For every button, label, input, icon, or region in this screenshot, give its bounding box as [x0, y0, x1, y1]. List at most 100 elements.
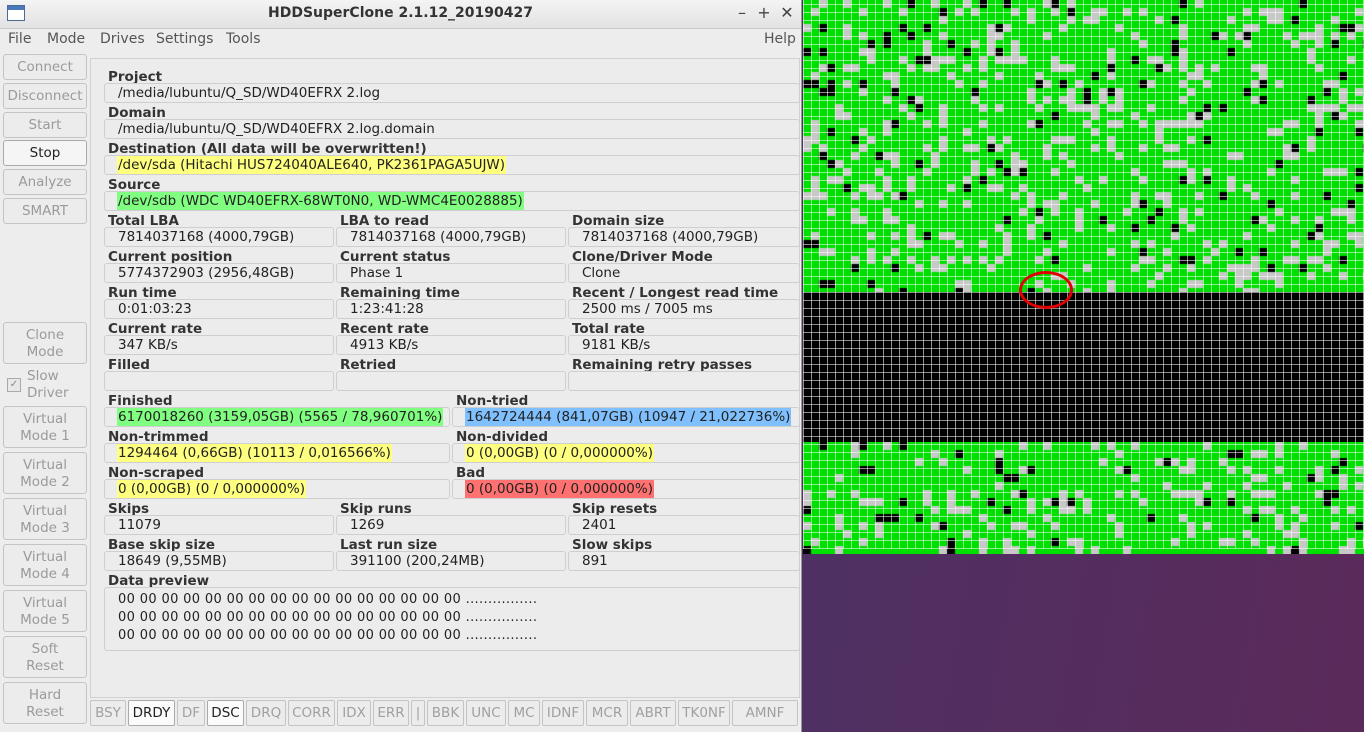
flag-separator: |: [411, 700, 425, 726]
bad-value: 0 (0,00GB) (0 / 0,000000%): [465, 480, 654, 498]
total-lba-field: Total LBA 7814037168 (4000,79GB): [104, 213, 334, 249]
current-rate-value: 347 KB/s: [118, 337, 178, 353]
sector-block-map[interactable]: [803, 0, 1364, 554]
flag-err: ERR: [373, 700, 409, 726]
flag-corr: CORR: [288, 700, 335, 726]
current-rate-field: Current rate 347 KB/s: [104, 321, 334, 357]
maximize-button[interactable]: +: [755, 3, 773, 22]
non-scraped-field: Non-scraped 0 (0,00GB) (0 / 0,000000%): [104, 465, 450, 501]
virtual-mode-4-label-line1: Virtual: [22, 549, 68, 565]
virtual-mode-3-label-line1: Virtual: [22, 503, 68, 519]
menu-tools[interactable]: Tools: [226, 31, 261, 47]
slow-skips-field: Slow skips 891: [568, 537, 800, 573]
virtual-mode-2-label-line1: Virtual: [22, 457, 68, 473]
domain-size-field: Domain size 7814037168 (4000,79GB): [568, 213, 800, 249]
read-time-value: 2500 ms / 7005 ms: [582, 301, 713, 317]
finished-field: Finished 6170018260 (3159,05GB) (5565 / …: [104, 393, 450, 429]
menu-file[interactable]: File: [8, 31, 31, 47]
disconnect-button[interactable]: Disconnect: [3, 83, 87, 109]
lba-to-read-field: LBA to read 7814037168 (4000,79GB): [336, 213, 566, 249]
slow-driver-toggle[interactable]: ✓ Slow Driver: [3, 366, 87, 406]
recent-rate-value: 4913 KB/s: [350, 337, 419, 353]
source-field: Source /dev/sdb (WDC WD40EFRX-68WT0N0, W…: [104, 177, 800, 213]
flag-bbk: BBK: [427, 700, 464, 726]
status-panel: Project /media/lubuntu/Q_SD/WD40EFRX 2.l…: [90, 58, 800, 698]
virtual-mode-1-label-line1: Virtual: [22, 411, 68, 427]
map-cells: [803, 442, 1364, 554]
flag-abrt: ABRT: [630, 700, 676, 726]
start-button[interactable]: Start: [3, 112, 87, 138]
title-bar[interactable]: HDDSuperClone 2.1.12_20190427 – + ✕: [0, 0, 801, 29]
non-trimmed-field: Non-trimmed 1294464 (0,66GB) (10113 / 0,…: [104, 429, 450, 465]
domain-size-value: 7814037168 (4000,79GB): [582, 229, 759, 245]
retried-box: [336, 371, 566, 391]
virtual-mode-4-label-line2: Mode 4: [20, 566, 70, 582]
filled-box: [104, 371, 334, 391]
menu-drives[interactable]: Drives: [100, 31, 145, 47]
clone-driver-mode-field: Clone/Driver Mode Clone: [568, 249, 800, 285]
total-rate-field: Total rate 9181 KB/s: [568, 321, 800, 357]
clone-driver-mode-value: Clone: [582, 265, 621, 281]
virtual-mode-1-label-line2: Mode 1: [20, 428, 70, 444]
flag-mcr: MCR: [586, 700, 628, 726]
skip-resets-field: Skip resets 2401: [568, 501, 800, 537]
flag-amnf: AMNF: [732, 700, 798, 726]
non-tried-value: 1642724444 (841,07GB) (10947 / 21,022736…: [465, 408, 792, 426]
current-status-value: Phase 1: [350, 265, 404, 281]
map-region-finished-bottom: [803, 442, 1364, 554]
data-preview-field: Data preview 00 00 00 00 00 00 00 00 00 …: [104, 573, 800, 653]
virtual-mode-5-label-line2: Mode 5: [20, 612, 70, 628]
current-position-field: Current position 5774372903 (2956,48GB): [104, 249, 334, 285]
skips-value: 11079: [118, 517, 161, 533]
close-button[interactable]: ✕: [778, 3, 796, 22]
virtual-mode-1-button[interactable]: Virtual Mode 1: [3, 406, 87, 448]
clone-mode-button[interactable]: Clone Mode: [3, 322, 87, 364]
flag-dsc: DSC: [207, 700, 244, 726]
slow-skips-value: 891: [582, 553, 608, 569]
flag-bsy: BSY: [90, 700, 126, 726]
flag-tk0nf: TK0NF: [678, 700, 730, 726]
skip-resets-value: 2401: [582, 517, 617, 533]
flag-drdy: DRDY: [128, 700, 175, 726]
data-preview-box: 00 00 00 00 00 00 00 00 00 00 00 00 00 0…: [104, 587, 800, 651]
soft-reset-label-line1: Soft: [31, 641, 59, 657]
base-skip-size-value: 18649 (9,55MB): [118, 553, 227, 569]
menu-bar: File Mode Drives Settings Tools Help: [0, 29, 801, 51]
analyze-button[interactable]: Analyze: [3, 169, 87, 195]
finished-value: 6170018260 (3159,05GB) (5565 / 78,960701…: [117, 408, 444, 426]
total-rate-value: 9181 KB/s: [582, 337, 651, 353]
slow-driver-label-line2: Driver: [27, 385, 69, 401]
virtual-mode-2-button[interactable]: Virtual Mode 2: [3, 452, 87, 494]
virtual-mode-5-label-line1: Virtual: [22, 595, 68, 611]
menu-settings[interactable]: Settings: [156, 31, 213, 47]
smart-button[interactable]: SMART: [3, 198, 87, 224]
virtual-mode-2-label-line2: Mode 2: [20, 474, 70, 490]
menu-mode[interactable]: Mode: [47, 31, 85, 47]
non-divided-field: Non-divided 0 (0,00GB) (0 / 0,000000%): [452, 429, 800, 465]
connect-button[interactable]: Connect: [3, 54, 87, 80]
bad-field: Bad 0 (0,00GB) (0 / 0,000000%): [452, 465, 800, 501]
virtual-mode-3-button[interactable]: Virtual Mode 3: [3, 498, 87, 540]
domain-value: /media/lubuntu/Q_SD/WD40EFRX 2.log.domai…: [118, 121, 435, 137]
flag-mc: MC: [508, 700, 540, 726]
soft-reset-button[interactable]: Soft Reset: [3, 636, 87, 678]
hard-reset-button[interactable]: Hard Reset: [3, 682, 87, 724]
menu-help[interactable]: Help: [764, 31, 796, 47]
destination-value: /dev/sda (Hitachi HUS724040ALE640, PK236…: [117, 156, 507, 174]
remaining-time-field: Remaining time 1:23:41:28: [336, 285, 566, 321]
data-preview-line: 00 00 00 00 00 00 00 00 00 00 00 00 00 0…: [118, 610, 538, 625]
non-tried-field: Non-tried 1642724444 (841,07GB) (10947 /…: [452, 393, 800, 429]
stop-button[interactable]: Stop: [3, 140, 87, 166]
total-lba-value: 7814037168 (4000,79GB): [118, 229, 295, 245]
virtual-mode-4-button[interactable]: Virtual Mode 4: [3, 544, 87, 586]
destination-field: Destination (All data will be overwritte…: [104, 141, 800, 177]
clone-mode-label-line1: Clone: [25, 327, 65, 343]
remaining-retry-passes-box: [568, 371, 800, 391]
non-divided-value: 0 (0,00GB) (0 / 0,000000%): [465, 444, 654, 462]
virtual-mode-5-button[interactable]: Virtual Mode 5: [3, 590, 87, 632]
slow-driver-checkbox[interactable]: ✓: [7, 378, 21, 392]
remaining-retry-passes-field: Remaining retry passes: [568, 357, 800, 393]
minimize-button[interactable]: –: [733, 3, 751, 22]
window-title: HDDSuperClone 2.1.12_20190427: [268, 5, 533, 21]
flag-idx: IDX: [337, 700, 371, 726]
